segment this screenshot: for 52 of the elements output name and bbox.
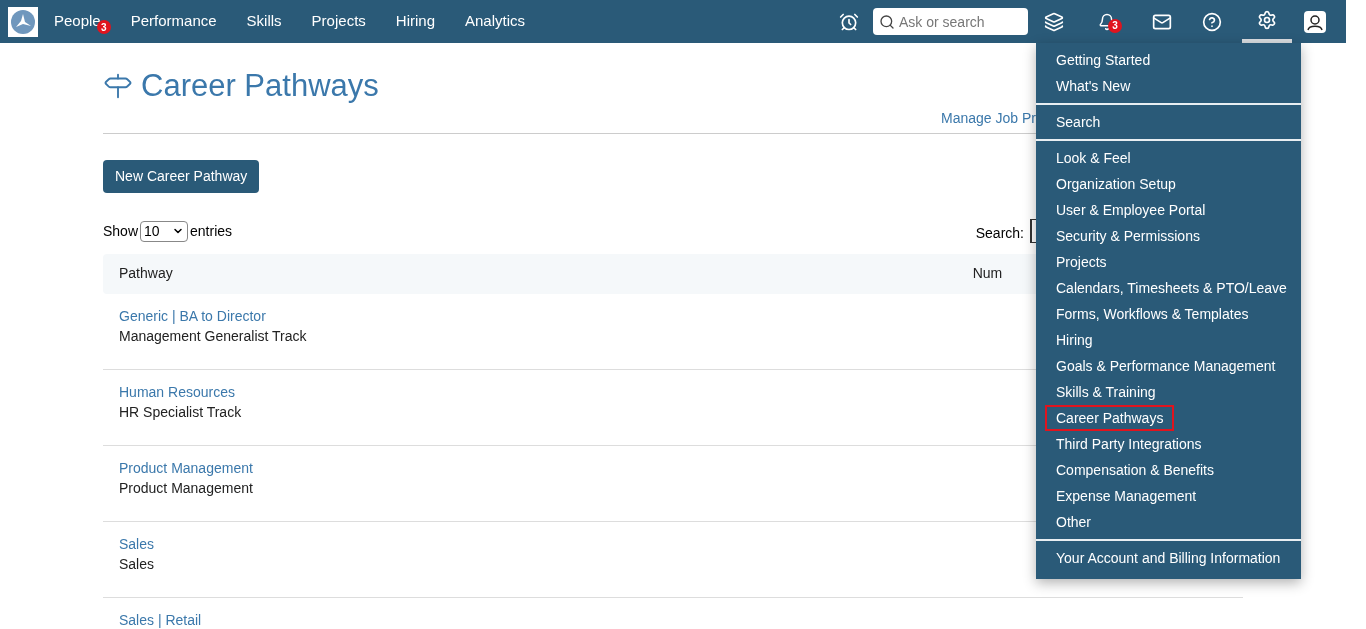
count-badge: 3	[1108, 18, 1122, 33]
menu-item[interactable]: Expense Management	[1045, 483, 1208, 509]
search-field[interactable]: Ask or search	[873, 8, 1028, 35]
menu-item[interactable]: Third Party Integrations	[1045, 431, 1213, 457]
track-text: Product Management	[119, 478, 253, 498]
menu-item[interactable]: Skills & Training	[1045, 379, 1167, 405]
menu-item[interactable]: Compensation & Benefits	[1045, 457, 1225, 483]
menu-item[interactable]: Hiring	[1045, 327, 1104, 353]
menu-item[interactable]: Security & Permissions	[1045, 223, 1211, 249]
nav-link[interactable]: Performance	[130, 12, 217, 30]
nav-link[interactable]: Projects	[311, 12, 366, 30]
layers-icon[interactable]	[1044, 11, 1064, 32]
track-text: Sales	[119, 554, 155, 574]
pathway-link[interactable]: Product Management	[119, 457, 253, 478]
entries-label: entries	[190, 221, 233, 241]
page-title: Career Pathways	[141, 67, 379, 105]
menu-item[interactable]: Projects	[1045, 249, 1118, 275]
nav-link[interactable]: Analytics	[465, 12, 525, 30]
menu-item[interactable]: What's New	[1045, 73, 1142, 99]
new-pathway-button[interactable]: New Career Pathway	[103, 159, 260, 193]
menu-item[interactable]: Look & Feel	[1045, 145, 1142, 171]
column-header: Pathway	[119, 264, 173, 283]
entries-select[interactable]: 10	[140, 220, 189, 242]
alarm-clock-icon[interactable]	[839, 11, 859, 32]
show-label: Show	[103, 221, 139, 241]
menu-item[interactable]: Your Account and Billing Information	[1045, 545, 1292, 571]
settings-icon	[1257, 9, 1277, 30]
column-header: Num	[972, 264, 1003, 283]
menu-item[interactable]: Getting Started	[1045, 47, 1162, 73]
menu-item[interactable]: Calendars, Timesheets & PTO/Leave	[1045, 275, 1298, 301]
manage-link[interactable]: Manage Job Pr	[941, 107, 1036, 129]
menu-item[interactable]: Organization Setup	[1045, 171, 1187, 197]
pathway-link[interactable]: Sales | Retail	[119, 609, 202, 629]
menu-item[interactable]: Other	[1045, 509, 1102, 535]
search-icon	[879, 14, 895, 30]
logo-icon[interactable]	[8, 6, 38, 37]
nav-link[interactable]: Skills	[246, 12, 282, 30]
search-label: Search:	[975, 223, 1024, 243]
menu-item[interactable]: Goals & Performance Management	[1045, 353, 1287, 379]
menu-item[interactable]: Career Pathways	[1045, 405, 1175, 431]
menu-item[interactable]: User & Employee Portal	[1045, 197, 1217, 223]
track-text: HR Specialist Track	[119, 402, 242, 422]
pathway-link[interactable]: Human Resources	[119, 381, 235, 402]
nav-link[interactable]: Hiring	[395, 12, 435, 30]
nav-link[interactable]: People	[54, 12, 101, 30]
menu-item[interactable]: Search	[1045, 109, 1112, 135]
menu-item[interactable]: Forms, Workflows & Templates	[1045, 301, 1260, 327]
pathway-link[interactable]: Sales	[119, 533, 155, 554]
help-icon[interactable]	[1202, 11, 1222, 32]
avatar-icon[interactable]	[1304, 10, 1326, 33]
track-text: Management Generalist Track	[119, 326, 307, 346]
pathway-link[interactable]: Generic | BA to Director	[119, 305, 266, 326]
